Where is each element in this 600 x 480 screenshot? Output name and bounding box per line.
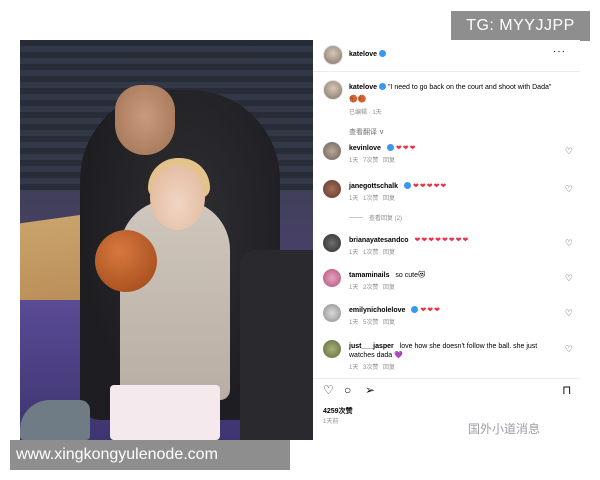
- post-photo[interactable]: [20, 40, 313, 440]
- share-icon[interactable]: ➢: [365, 384, 375, 396]
- bookmark-icon[interactable]: ⊓: [562, 384, 571, 396]
- watermark-source: 国外小道消息: [468, 422, 541, 436]
- divider: [313, 71, 580, 72]
- comment-username[interactable]: tamaminails: [349, 272, 389, 279]
- caption-meta: 已编辑 · 1天: [349, 110, 382, 116]
- comment-meta[interactable]: 1天 3次赞 回复: [349, 362, 395, 371]
- comment-item: kevinlove ❤❤❤ 1天 7次赞 回复 ♡: [323, 142, 573, 172]
- comment-username[interactable]: brianayatesandco: [349, 237, 409, 244]
- comment-meta[interactable]: 1天 5次赞 回复: [349, 317, 395, 326]
- like-heart-icon[interactable]: ♡: [565, 344, 573, 355]
- comment-text: ❤❤❤❤❤: [412, 183, 448, 190]
- verified-icon: [379, 83, 387, 90]
- comment-avatar[interactable]: [323, 180, 341, 198]
- like-heart-icon[interactable]: ♡: [565, 146, 573, 157]
- verified-icon: [411, 306, 419, 313]
- replies-dash: [349, 217, 363, 218]
- verified-icon: [386, 144, 394, 151]
- caption-emoji: 🏀🏀: [349, 96, 367, 103]
- translate-link[interactable]: 查看翻译 ∨: [349, 127, 384, 137]
- comment-meta[interactable]: 1天 1次赞 回复: [349, 247, 395, 256]
- sneaker: [20, 400, 90, 440]
- comment-username[interactable]: emilynicholelove: [349, 307, 405, 314]
- comment-text: ❤❤❤: [420, 307, 441, 314]
- basketball: [95, 230, 157, 292]
- comment-username[interactable]: just___jasper: [349, 343, 394, 350]
- heart-icon[interactable]: ♡: [323, 384, 334, 396]
- comment-meta[interactable]: 1天 1次赞 回复: [349, 193, 395, 202]
- comment-avatar[interactable]: [323, 304, 341, 322]
- comment-meta[interactable]: 1天 7次赞 回复: [349, 155, 395, 164]
- post-date: 1天前: [323, 419, 339, 425]
- comment-item: brianayatesandco ❤❤❤❤❤❤❤❤ 1天 1次赞 回复 ♡: [323, 234, 573, 264]
- comment-username[interactable]: kevinlove: [349, 145, 381, 152]
- comment-item: janegottschalk ❤❤❤❤❤ 1天 1次赞 回复 ♡: [323, 180, 573, 210]
- post-panel: katelove ··· katelove "I need to go back…: [313, 40, 580, 440]
- caption-text: katelove "I need to go back on the court…: [349, 83, 552, 91]
- view-replies[interactable]: 查看回复 (2): [349, 213, 402, 222]
- verified-icon: [404, 182, 412, 189]
- comment-avatar[interactable]: [323, 142, 341, 160]
- comment-meta[interactable]: 1天 2次赞 回复: [349, 282, 395, 291]
- header-username[interactable]: katelove: [349, 50, 387, 58]
- comment-text: ❤❤❤❤❤❤❤❤: [414, 237, 470, 244]
- action-bar: ♡ ○ ➢ ⊓: [313, 378, 580, 398]
- caption-avatar[interactable]: [323, 80, 343, 100]
- comment-username[interactable]: janegottschalk: [349, 183, 398, 190]
- comment-text: so cute😻: [395, 272, 426, 279]
- watermark-top: TG: MYYJJPP: [451, 11, 590, 41]
- like-heart-icon[interactable]: ♡: [565, 238, 573, 249]
- more-options-icon[interactable]: ···: [553, 46, 566, 57]
- avatar[interactable]: [323, 45, 343, 65]
- like-heart-icon[interactable]: ♡: [565, 308, 573, 319]
- likes-count[interactable]: 4259次赞: [323, 406, 353, 416]
- comment-avatar[interactable]: [323, 340, 341, 358]
- post-header: katelove ···: [313, 40, 580, 68]
- like-heart-icon[interactable]: ♡: [565, 273, 573, 284]
- verified-icon: [379, 50, 387, 57]
- comment-item: tamaminails so cute😻 1天 2次赞 回复 ♡: [323, 269, 573, 299]
- watermark-bottom: www.xingkongyulenode.com: [10, 440, 290, 470]
- girl-figure: [120, 200, 230, 400]
- comment-item: just___jasper love how she doesn't follo…: [323, 340, 573, 376]
- courtside-seat: [240, 250, 313, 440]
- gift-bag: [110, 385, 220, 440]
- like-heart-icon[interactable]: ♡: [565, 184, 573, 195]
- man-head: [115, 85, 175, 155]
- girl-head: [150, 165, 205, 230]
- comment-icon[interactable]: ○: [344, 384, 351, 396]
- comment-item: emilynicholelove ❤❤❤ 1天 5次赞 回复 ♡: [323, 304, 573, 334]
- comment-avatar[interactable]: [323, 234, 341, 252]
- comment-text: ❤❤❤: [395, 145, 417, 152]
- comment-avatar[interactable]: [323, 269, 341, 287]
